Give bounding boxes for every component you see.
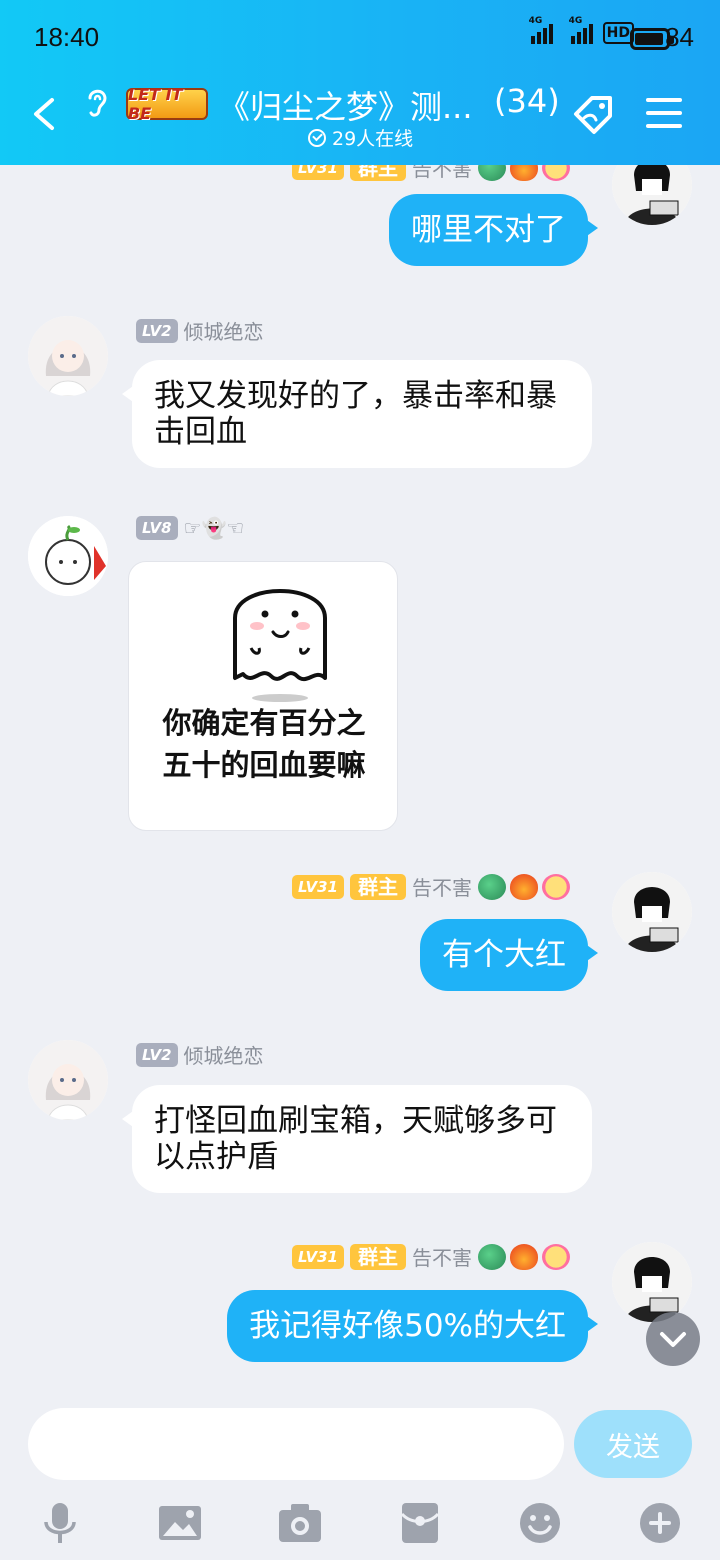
avatar[interactable] <box>612 872 692 952</box>
title-icons <box>477 873 570 900</box>
sender-name: 告不害 <box>411 165 472 181</box>
fire-icon <box>509 165 538 181</box>
sender-name: ☞👻☜ <box>183 516 245 540</box>
level-badge: LV2 <box>136 1042 178 1067</box>
plus-icon[interactable] <box>637 1500 683 1546</box>
sender-meta: LV31 群主 告不害 <box>292 872 570 901</box>
sender-name: 倾城绝恋 <box>183 1044 264 1068</box>
battery-icon <box>630 28 674 50</box>
emoji-icon[interactable] <box>517 1500 563 1546</box>
input-toolbar <box>0 1494 720 1550</box>
ear-icon[interactable] <box>84 86 110 120</box>
message-bubble[interactable]: 我记得好像50%的大红 <box>227 1290 598 1362</box>
online-count: 29人在线 <box>332 128 414 150</box>
group-tag-icon[interactable] <box>570 92 618 136</box>
red-packet-icon[interactable] <box>397 1500 443 1546</box>
smile-icon <box>541 873 570 900</box>
signal-icon: 4G <box>529 16 553 44</box>
owner-badge: 群主 <box>349 165 406 181</box>
level-badge: LV31 <box>292 165 344 180</box>
sender-meta: LV31 群主 告不害 <box>292 1242 570 1271</box>
signal-icon: 4G <box>569 16 593 44</box>
level-badge: LV31 <box>292 874 344 899</box>
sender-meta: LV2 倾城绝恋 <box>136 1040 264 1069</box>
message-bubble[interactable]: 哪里不对了 <box>389 194 598 266</box>
input-area: 发送 <box>0 1390 720 1560</box>
message-text: 我记得好像50%的大红 <box>249 1308 566 1344</box>
avatar[interactable] <box>612 165 692 225</box>
back-icon[interactable] <box>30 96 58 132</box>
sender-meta: LV2 倾城绝恋 <box>136 316 264 345</box>
sender-name: 告不害 <box>411 1246 472 1270</box>
fire-icon <box>509 1243 538 1270</box>
sticker-image[interactable]: 你确定有百分之五十的回血要嘛 <box>128 561 398 831</box>
message-bubble[interactable]: 打怪回血刷宝箱，天赋够多可以点护盾 <box>122 1085 592 1193</box>
dragon-icon <box>477 1243 506 1270</box>
avatar[interactable] <box>28 1040 108 1120</box>
check-circle-icon <box>308 128 326 147</box>
level-badge: LV8 <box>136 516 178 540</box>
smile-icon <box>541 165 570 181</box>
sender-meta: LV31 群主 告不害 <box>292 165 570 182</box>
owner-badge: 群主 <box>349 1243 406 1270</box>
message-input[interactable] <box>28 1408 564 1480</box>
smile-icon <box>541 1243 570 1270</box>
ghost-illustration <box>233 589 327 702</box>
online-status: 29人在线 <box>308 124 413 151</box>
send-button[interactable]: 发送 <box>574 1410 692 1478</box>
member-count[interactable]: (34) <box>494 82 560 120</box>
chevron-down-icon <box>660 1332 686 1347</box>
message-text: 打怪回血刷宝箱，天赋够多可以点护盾 <box>154 1103 557 1175</box>
sender-name: 倾城绝恋 <box>183 320 264 344</box>
fire-icon <box>509 873 538 900</box>
dragon-icon <box>477 873 506 900</box>
avatar[interactable] <box>28 516 108 596</box>
microphone-icon[interactable] <box>37 1500 83 1546</box>
message-text: 有个大红 <box>442 937 566 973</box>
dragon-icon <box>477 165 506 181</box>
battery-level: 84 <box>665 22 694 52</box>
level-badge: LV2 <box>136 318 178 343</box>
group-badge-logo: LET IT BE <box>126 85 208 123</box>
message-bubble[interactable]: 有个大红 <box>420 919 598 991</box>
image-icon[interactable] <box>157 1500 203 1546</box>
message-text: 我又发现好的了，暴击率和暴击回血 <box>154 378 557 450</box>
avatar[interactable] <box>612 1242 692 1322</box>
title-icons <box>477 165 570 181</box>
header-bar: 18:40 4G 4G HD 84 LET IT BE 《归尘之梦》测... (… <box>0 0 720 165</box>
sender-name: 告不害 <box>411 876 472 900</box>
sender-meta: LV8 ☞👻☜ <box>136 516 244 540</box>
message-text: 哪里不对了 <box>411 212 566 248</box>
scroll-to-bottom-button[interactable] <box>646 1312 700 1366</box>
owner-badge: 群主 <box>349 873 406 900</box>
message-list[interactable]: LV31 群主 告不害 哪里不对了 LV2 倾城绝恋 我又发现好的了，暴击率和暴… <box>0 165 720 1390</box>
title-icons <box>477 1243 570 1270</box>
status-time: 18:40 <box>34 22 100 52</box>
menu-icon[interactable] <box>646 98 682 130</box>
camera-icon[interactable] <box>277 1500 323 1546</box>
status-icons: 4G 4G HD <box>529 16 634 44</box>
avatar[interactable] <box>28 316 108 396</box>
message-bubble[interactable]: 我又发现好的了，暴击率和暴击回血 <box>122 360 592 468</box>
sticker-caption: 你确定有百分之五十的回血要嘛 <box>162 706 366 782</box>
group-title[interactable]: 《归尘之梦》测... <box>218 82 473 128</box>
level-badge: LV31 <box>292 1244 344 1269</box>
